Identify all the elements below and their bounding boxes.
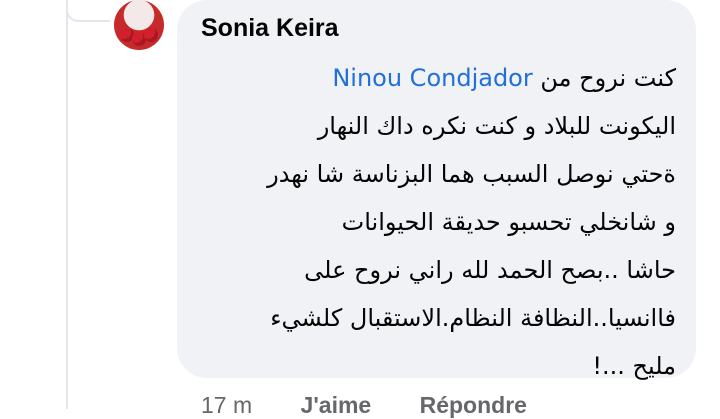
comment-text: كنت نروح من Ninou Condjador اليكونت للبل… (196, 54, 676, 390)
comment-line-6: فاانسيا..النظافة النظام.الاستقبال كلشيء (270, 304, 676, 332)
avatar[interactable] (114, 0, 164, 50)
comment-line-7: مليح ...! (592, 352, 676, 380)
mention-link[interactable]: Ninou Condjador (332, 64, 532, 92)
comment-line-2: اليكونت للبلاد و كنت نكره داك النهار (317, 112, 676, 140)
comment-line-4: و شانخلي تحسبو حديقة الحيوانات (341, 208, 676, 236)
thread-connector (66, 0, 110, 22)
comment-line-1: كنت نروح من (540, 64, 676, 92)
thread-line (66, 0, 68, 409)
comment-line-5: حاشا ..بصح الحمد لله راني نروح على (304, 256, 676, 284)
comment-author[interactable]: Sonia Keira (201, 14, 339, 43)
comment-timestamp[interactable]: 17 m (201, 392, 252, 418)
like-button[interactable]: J'aime (301, 392, 372, 418)
reply-button[interactable]: Répondre (420, 392, 527, 418)
comment-line-3: ةحتي نوصل السبب هما البزناسة شا نهدر (267, 160, 676, 188)
comment-first-line: كنت نروح من Ninou Condjador (196, 54, 676, 102)
comment-actions: 17 m J'aime Répondre (201, 392, 569, 419)
